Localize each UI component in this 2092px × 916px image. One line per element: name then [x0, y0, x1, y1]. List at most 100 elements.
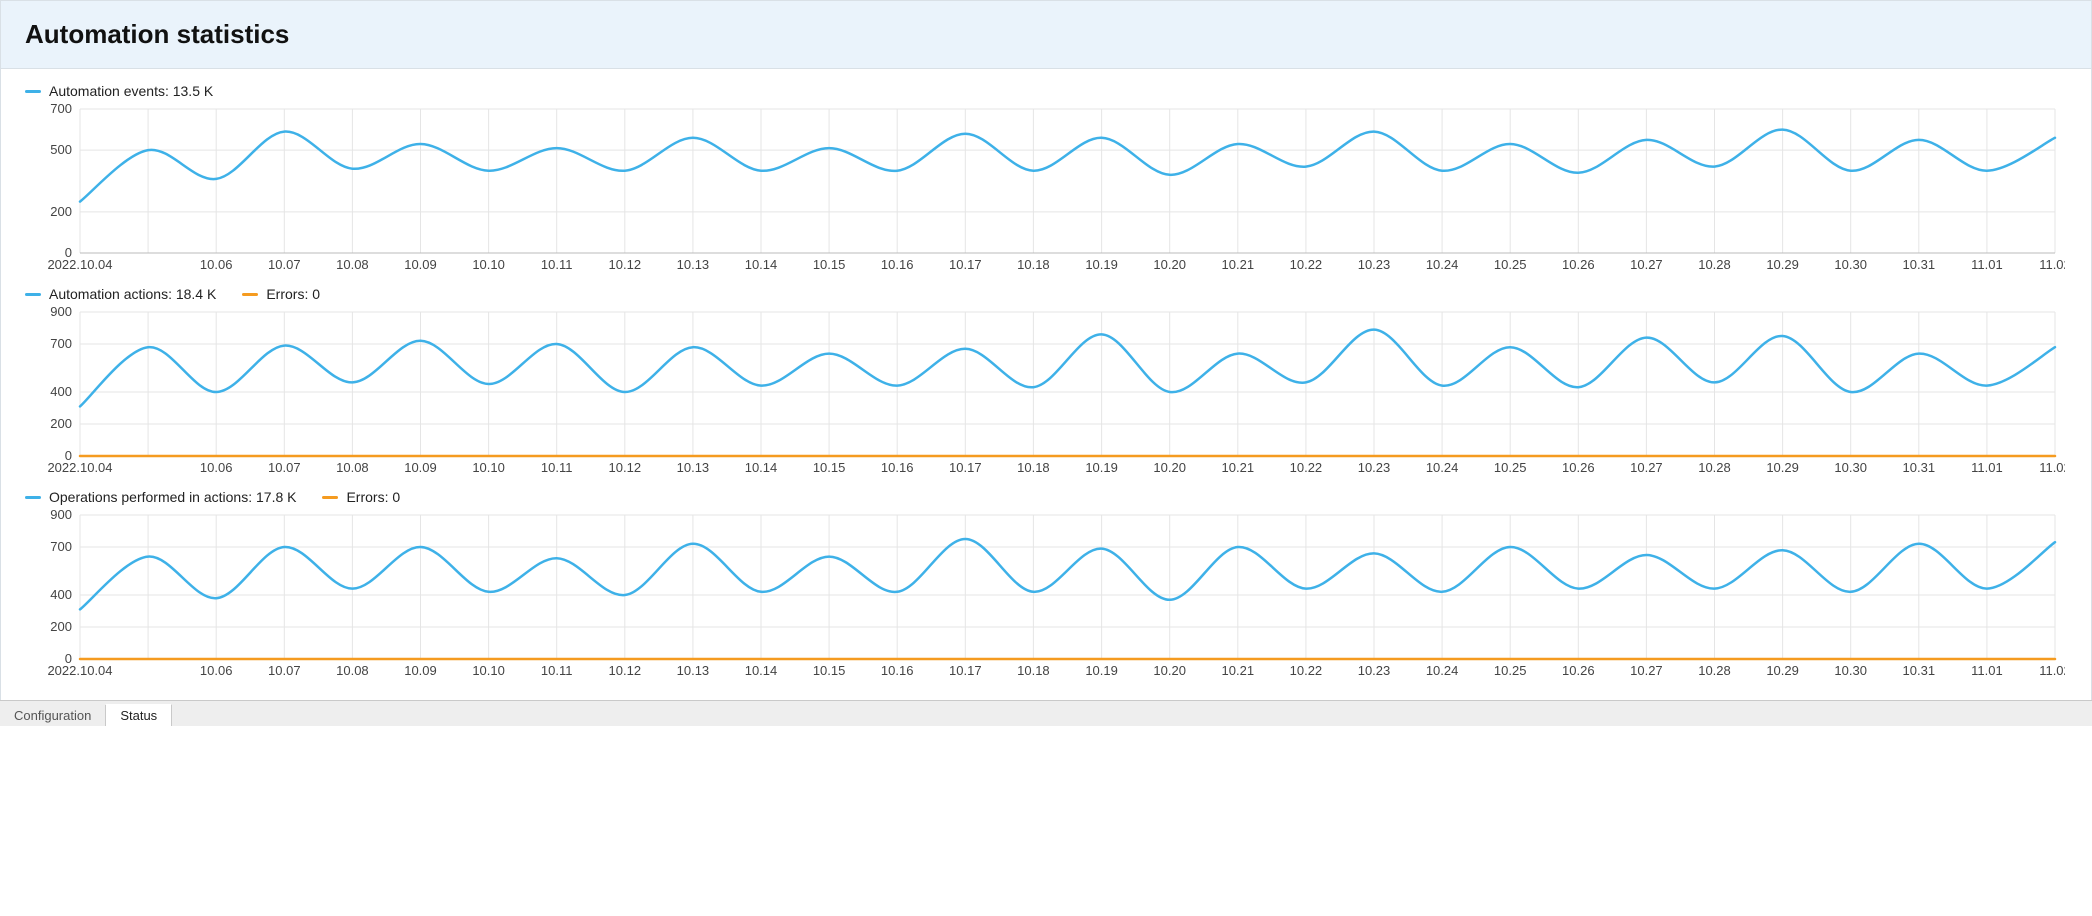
- x-tick-label: 10.06: [200, 663, 233, 678]
- x-tick-label: 10.06: [200, 257, 233, 272]
- x-tick-label: 10.12: [609, 663, 642, 678]
- x-tick-label: 10.08: [336, 663, 369, 678]
- x-tick-label: 10.09: [404, 257, 437, 272]
- x-tick-label: 10.23: [1358, 257, 1391, 272]
- x-tick-label: 11.02: [2039, 460, 2065, 475]
- x-tick-label: 10.20: [1153, 663, 1186, 678]
- legend-item: Errors: 0: [322, 489, 400, 505]
- x-tick-label: 10.14: [745, 257, 778, 272]
- x-tick-label: 10.13: [677, 460, 710, 475]
- x-tick-label: 10.25: [1494, 257, 1527, 272]
- x-tick-label: 10.09: [404, 460, 437, 475]
- x-tick-label: 10.28: [1698, 460, 1731, 475]
- x-tick-label: 10.23: [1358, 663, 1391, 678]
- x-tick-label: 10.07: [268, 257, 301, 272]
- legend-item: Errors: 0: [242, 286, 320, 302]
- legend-swatch: [242, 293, 258, 296]
- x-tick-label: 10.29: [1766, 257, 1799, 272]
- x-tick-label: 10.06: [200, 460, 233, 475]
- y-tick-label: 900: [50, 306, 72, 319]
- x-tick-label: 10.15: [813, 663, 846, 678]
- page-title: Automation statistics: [25, 19, 2067, 50]
- x-tick-label: 10.21: [1222, 460, 1255, 475]
- x-tick-label: 10.16: [881, 663, 914, 678]
- main-panel: Automation statistics Automation events:…: [0, 0, 2092, 700]
- x-tick-label: 10.11: [541, 663, 573, 678]
- legend-events: Automation events: 13.5 K: [25, 83, 2067, 99]
- series-operations: [80, 539, 2055, 609]
- legend-label: Automation actions: 18.4 K: [49, 286, 216, 302]
- x-tick-label: 10.17: [949, 460, 982, 475]
- x-tick-label: 10.13: [677, 257, 710, 272]
- x-tick-label: 10.12: [609, 257, 642, 272]
- x-tick-label: 10.20: [1153, 257, 1186, 272]
- plot-operations[interactable]: 02004007009002022.10.0410.0610.0710.0810…: [25, 509, 2067, 682]
- x-tick-label: 10.26: [1562, 460, 1595, 475]
- legend-actions: Automation actions: 18.4 K Errors: 0: [25, 286, 2067, 302]
- x-tick-label: 10.24: [1426, 663, 1459, 678]
- header-bar: Automation statistics: [1, 1, 2091, 69]
- x-tick-label: 10.25: [1494, 460, 1527, 475]
- x-tick-label: 10.15: [813, 257, 846, 272]
- y-tick-label: 200: [50, 204, 72, 219]
- x-tick-label: 10.31: [1903, 663, 1936, 678]
- x-tick-label: 10.31: [1903, 257, 1936, 272]
- legend-label: Operations performed in actions: 17.8 K: [49, 489, 296, 505]
- legend-label: Errors: 0: [266, 286, 320, 302]
- legend-swatch: [322, 496, 338, 499]
- plot-events[interactable]: 02005007002022.10.0410.0610.0710.0810.09…: [25, 103, 2067, 276]
- legend-swatch: [25, 293, 41, 296]
- chart-block-actions: Automation actions: 18.4 KErrors: 002004…: [25, 286, 2067, 479]
- y-tick-label: 200: [50, 619, 72, 634]
- chart-operations: 02004007009002022.10.0410.0610.0710.0810…: [25, 509, 2065, 679]
- x-tick-label: 10.19: [1085, 257, 1118, 272]
- x-tick-label: 10.27: [1630, 460, 1663, 475]
- charts-area: Automation events: 13.5 K02005007002022.…: [1, 69, 2091, 700]
- x-tick-label: 10.07: [268, 460, 301, 475]
- x-tick-label: 10.17: [949, 257, 982, 272]
- x-tick-label: 10.30: [1834, 460, 1867, 475]
- x-tick-label: 10.21: [1222, 663, 1255, 678]
- y-tick-label: 400: [50, 587, 72, 602]
- legend-swatch: [25, 496, 41, 499]
- y-tick-label: 200: [50, 416, 72, 431]
- x-tick-label: 10.25: [1494, 663, 1527, 678]
- y-tick-label: 700: [50, 336, 72, 351]
- x-tick-label: 10.08: [336, 460, 369, 475]
- x-tick-label: 11.01: [1971, 257, 2003, 272]
- chart-actions: 02004007009002022.10.0410.0610.0710.0810…: [25, 306, 2065, 476]
- legend-swatch: [25, 90, 41, 93]
- x-tick-label: 10.18: [1017, 460, 1050, 475]
- x-tick-label: 10.19: [1085, 460, 1118, 475]
- x-tick-label: 10.18: [1017, 663, 1050, 678]
- series-automation actions: [80, 330, 2055, 407]
- x-tick-label: 11.01: [1971, 663, 2003, 678]
- x-tick-label: 10.12: [609, 460, 642, 475]
- x-tick-label: 10.22: [1290, 663, 1323, 678]
- x-tick-label: 10.10: [472, 257, 505, 272]
- chart-block-events: Automation events: 13.5 K02005007002022.…: [25, 83, 2067, 276]
- plot-actions[interactable]: 02004007009002022.10.0410.0610.0710.0810…: [25, 306, 2067, 479]
- y-tick-label: 700: [50, 539, 72, 554]
- x-tick-label: 10.09: [404, 663, 437, 678]
- legend-label: Errors: 0: [346, 489, 400, 505]
- x-tick-label: 10.14: [745, 663, 778, 678]
- legend-item: Automation actions: 18.4 K: [25, 286, 216, 302]
- x-tick-label: 10.11: [541, 460, 573, 475]
- x-tick-label: 10.18: [1017, 257, 1050, 272]
- x-tick-label: 10.24: [1426, 460, 1459, 475]
- x-tick-label: 11.02: [2039, 663, 2065, 678]
- tab-status[interactable]: Status: [106, 704, 172, 726]
- x-tick-label: 11.02: [2039, 257, 2065, 272]
- x-tick-label: 10.22: [1290, 460, 1323, 475]
- tab-configuration[interactable]: Configuration: [0, 705, 106, 726]
- y-tick-label: 400: [50, 384, 72, 399]
- x-tick-label: 10.26: [1562, 257, 1595, 272]
- series-automation events: [80, 130, 2055, 202]
- x-tick-label: 10.08: [336, 257, 369, 272]
- x-tick-label: 10.23: [1358, 460, 1391, 475]
- x-tick-label: 10.14: [745, 460, 778, 475]
- x-tick-label: 10.07: [268, 663, 301, 678]
- x-tick-label: 10.27: [1630, 663, 1663, 678]
- legend-label: Automation events: 13.5 K: [49, 83, 213, 99]
